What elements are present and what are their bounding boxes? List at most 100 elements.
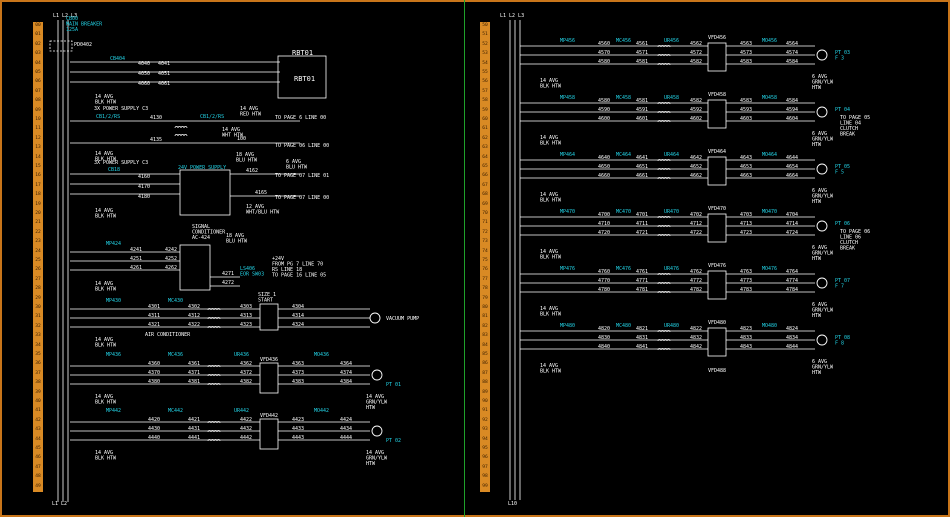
wire-label: 4651 [636,164,648,170]
wire-label: 4324 [292,322,304,328]
transformer-coil [174,134,179,137]
wire-label: 4823 [740,326,752,332]
vfd-mp-tag: MP470 [560,209,575,215]
wire-label: 4165 [255,190,267,196]
vfd-box [707,270,727,300]
vfd-title: VFD476 [708,263,726,269]
wire-label: 4824 [786,326,798,332]
clutch-brake-note: BREAK [840,246,855,252]
wire-spec: BLK HTW [540,312,562,318]
supply-24v-title: 24V POWER SUPPLY [178,165,226,171]
wire-label: 4584 [786,98,798,104]
wire-label: 4650 [598,164,610,170]
wire-label: 4780 [598,287,610,293]
wire-label: 4712 [690,221,702,227]
transformer-coil [183,134,188,137]
wire-label: 4421 [188,417,200,423]
vfd-motor [816,49,828,61]
wire-label: 4574 [786,50,798,56]
wire-label: 4640 [598,155,610,161]
wire-label: 4660 [598,173,610,179]
wire-label: 4382 [240,379,252,385]
vac-starter-box [259,303,279,331]
vfd-mo-tag: MO464 [762,152,777,158]
wire-label: 4602 [690,116,702,122]
wire-spec: BLU HTW [286,165,308,171]
vfd-title: VFD456 [708,35,726,41]
vfd-title: VFD436 [260,357,278,363]
wire-label: 4321 [148,322,160,328]
vfd-ur-tag: UR442 [234,408,249,414]
vac-mp-tag: MP430 [106,298,121,304]
vfd-mo-tag: MO470 [762,209,777,215]
wire-label: 4441 [188,435,200,441]
vfd-box [707,213,727,243]
wire-label: 4781 [636,287,648,293]
vfd-mc-tag: MC464 [616,152,631,158]
vfd-mp-tag: MP464 [560,152,575,158]
wire-spec: HTW [366,405,376,411]
wire-label: 4563 [740,41,752,47]
vfd-ur-tag: UR476 [664,266,679,272]
vfd-motor-tag: PT 01 [386,382,401,388]
conditioner-title: AC-424 [192,235,210,241]
transformer-coil [180,126,185,129]
right-top-bus-tag: L1 L2 L3 [500,13,524,19]
vfd-mc-tag: MC476 [616,266,631,272]
wire-label: 4594 [786,107,798,113]
wire-label: 4701 [636,212,648,218]
supply-to-page: TO PAGE 07 LINE 00 [275,195,329,201]
wire-label: 4643 [740,155,752,161]
vfd-box [707,99,727,129]
wire-label: 4834 [786,335,798,341]
wire-label: 4380 [148,379,160,385]
wire-label: 4722 [690,230,702,236]
wire-label: 4443 [292,435,304,441]
wire-spec: HTW [812,85,822,91]
vfd-motor [816,163,828,175]
wire-label: 4582 [690,98,702,104]
disconnect-label: PD0402 [74,42,92,48]
wire-label: 4713 [740,221,752,227]
ps-label: 3X POWER SUPPLY C3 [94,106,148,112]
wire-label: 4170 [138,184,150,190]
vfd-mo-tag: MO442 [314,408,329,414]
wire-label: 4641 [636,155,648,161]
vfd-ur-tag: UR458 [664,95,679,101]
wire-label: 4832 [690,335,702,341]
ps-breaker-tag: CB1/2/RS [200,114,224,120]
wire-label: 4842 [690,344,702,350]
wire-label: 4272 [222,280,234,286]
vfd-motor-tag: F 7 [835,284,844,290]
vfd-motor-tag: PT 02 [386,438,401,444]
wire-label: 4180 [138,194,150,200]
wire-label: 4844 [786,344,798,350]
wire-spec: HTW [812,142,822,148]
vfd-motor-tag: F 5 [835,170,844,176]
wire-label: 4583 [740,59,752,65]
wire-spec: WHT/BLU HTW [246,210,280,216]
vfd-ur-tag: UR480 [664,323,679,329]
wire-spec: BLK HTW [540,84,562,90]
vfd-box [707,42,727,72]
vfd-mc-tag: MC436 [168,352,183,358]
wire-label: 4584 [786,59,798,65]
wire-label: 4570 [598,50,610,56]
vfd-box [259,418,279,450]
wire-label: 4822 [690,326,702,332]
vfd-mc-tag: MC480 [616,323,631,329]
vfd-motor-tag: PT 06 [835,221,850,227]
wire-spec: BLK HTW [540,369,562,375]
wire-label: 4840 [598,344,610,350]
wire-label: 4761 [636,269,648,275]
vfd-box [259,362,279,394]
wire-label: 4604 [786,116,798,122]
vfd-mp-tag: MP456 [560,38,575,44]
vfd-ur-tag: UR456 [664,38,679,44]
vfd-motor [816,334,828,346]
vfd-mo-tag: MO480 [762,323,777,329]
wire-label: 4704 [786,212,798,218]
wire-label: 4580 [598,98,610,104]
supply-breaker-tag: CB18 [108,167,120,173]
wire-label: 4642 [690,155,702,161]
